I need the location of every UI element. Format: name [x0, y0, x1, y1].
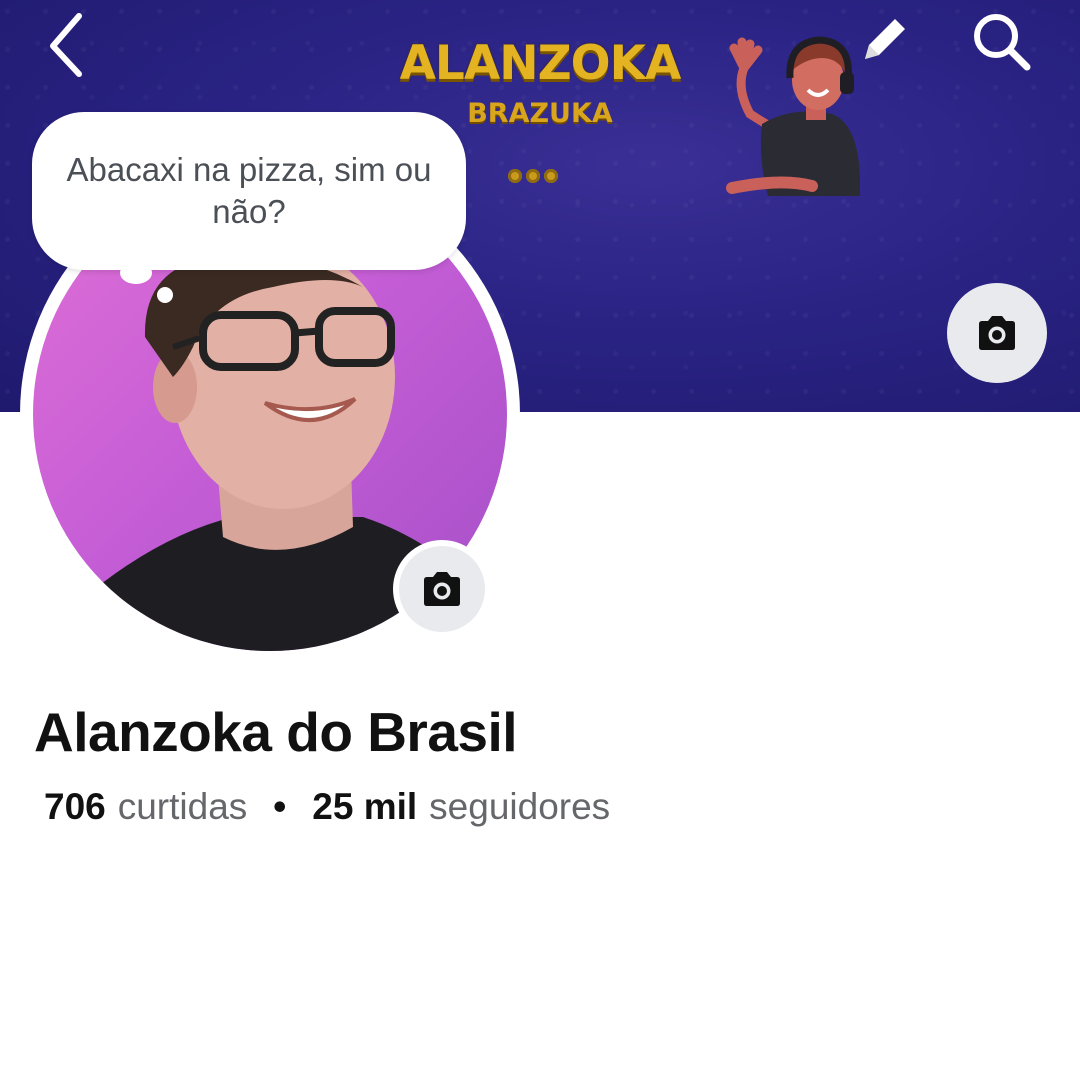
- likes-label[interactable]: curtidas: [118, 786, 248, 828]
- profile-note-text: Abacaxi na pizza, sim ou não?: [66, 151, 432, 230]
- cover-subtitle-text: BRAZUKA: [467, 98, 613, 129]
- bubble-tail-dot: [157, 287, 173, 303]
- followers-label[interactable]: seguidores: [429, 786, 610, 828]
- edit-profile-picture-button[interactable]: [393, 540, 491, 638]
- edit-profile-button[interactable]: [848, 4, 918, 74]
- camera-icon: [424, 572, 460, 606]
- edit-cover-photo-button[interactable]: [947, 283, 1047, 383]
- bubble-tail-dot: [120, 262, 152, 284]
- camera-icon: [979, 316, 1015, 350]
- profile-note-bubble[interactable]: Abacaxi na pizza, sim ou não?: [32, 112, 466, 270]
- chevron-left-icon: [50, 13, 82, 77]
- search-button[interactable]: [966, 6, 1036, 76]
- profile-stats: 706 curtidas • 25 mil seguidores: [44, 786, 610, 828]
- cover-dots-decoration: [508, 169, 558, 183]
- search-icon: [974, 14, 1031, 71]
- followers-count: 25 mil: [312, 786, 418, 827]
- back-button[interactable]: [30, 8, 100, 78]
- profile-page: ALANZOKA BRAZUKA Abacaxi na pizza, sim o…: [0, 0, 1080, 1080]
- stats-separator: •: [273, 786, 287, 827]
- cover-title-text: ALANZOKA: [399, 36, 682, 91]
- page-title: Alanzoka do Brasil: [34, 701, 518, 763]
- pencil-icon: [865, 19, 905, 59]
- likes-count: 706: [44, 786, 106, 827]
